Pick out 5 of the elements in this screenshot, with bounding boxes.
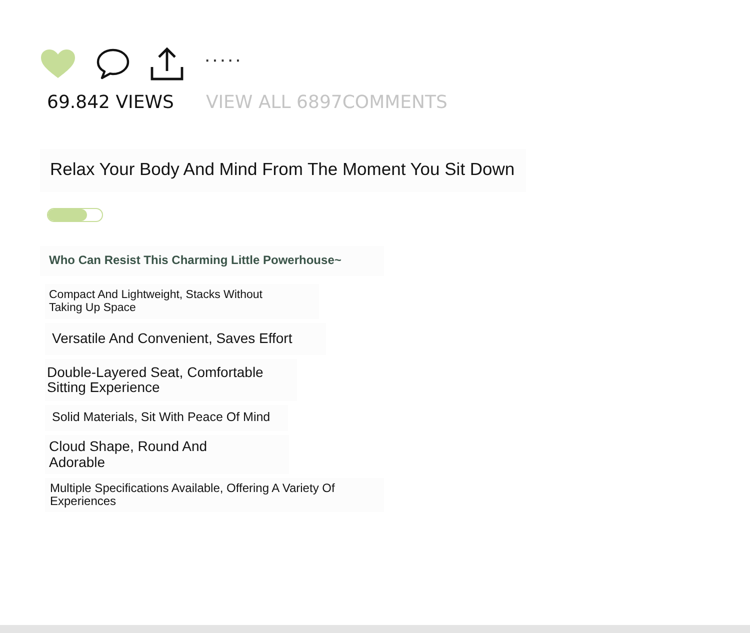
view-count: 69.842 VIEWS [47,92,174,113]
comment-icon[interactable] [96,48,130,80]
progress-bar [47,208,103,222]
more-button[interactable]: ····· [204,50,242,70]
share-icon[interactable] [150,47,184,81]
